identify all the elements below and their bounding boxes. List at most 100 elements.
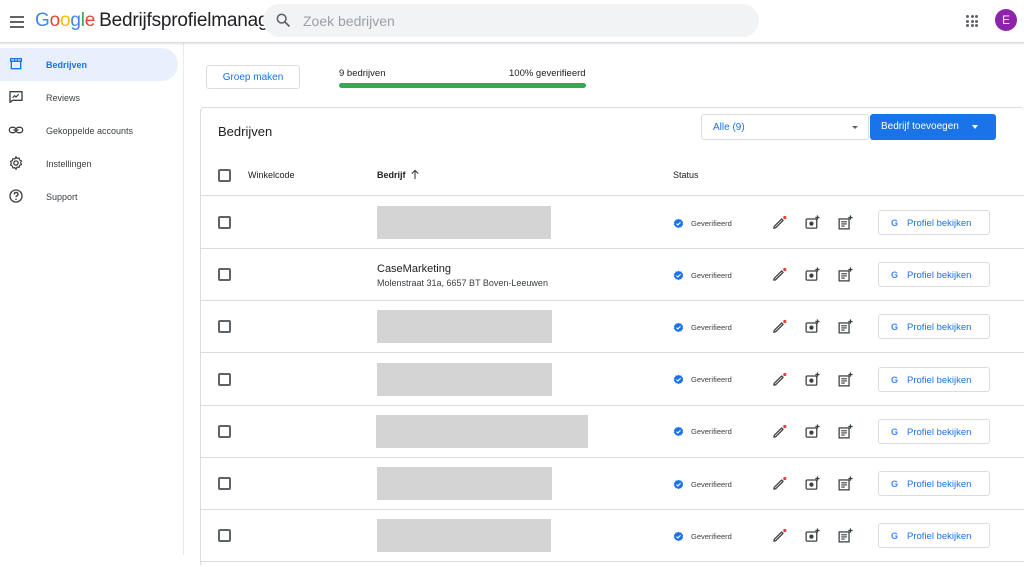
select-all-checkbox[interactable] [218, 169, 231, 182]
row-checkbox[interactable] [218, 529, 231, 543]
gear-icon [9, 156, 23, 170]
add-photo-icon[interactable] [804, 423, 821, 440]
apps-grid-icon[interactable] [966, 15, 978, 27]
table-row[interactable]: Geverifieerd G Profiel bekijken [201, 406, 1024, 458]
table-row[interactable]: Geverifieerd G Profiel bekijken [201, 458, 1024, 510]
row-checkbox[interactable] [218, 320, 231, 334]
help-icon [9, 189, 23, 203]
status-text: Geverifieerd [691, 531, 732, 541]
edit-pencil-icon[interactable] [771, 266, 788, 283]
add-photo-icon[interactable] [804, 214, 821, 231]
view-profile-label: Profiel bekijken [907, 270, 972, 282]
search-icon[interactable] [275, 12, 291, 28]
hamburger-menu-icon[interactable] [8, 10, 26, 32]
sidebar-item-support[interactable]: Support [0, 180, 178, 213]
view-profile-label: Profiel bekijken [907, 218, 972, 229]
row-checkbox[interactable] [218, 372, 231, 386]
verification-progress-bar [339, 83, 586, 88]
add-post-icon[interactable] [837, 214, 854, 231]
google-g-icon: G [891, 531, 899, 542]
status-filter-dropdown[interactable]: Alle (9) [701, 114, 869, 140]
add-photo-icon[interactable] [804, 266, 821, 283]
google-g-icon: G [891, 270, 899, 281]
sidebar-item-label: Support [46, 191, 78, 202]
view-profile-button[interactable]: G Profiel bekijken [878, 418, 990, 444]
add-post-icon[interactable] [837, 371, 854, 388]
add-business-label: Bedrijf toevoegen [881, 121, 959, 132]
filter-value: Alle (9) [713, 122, 745, 133]
sidebar-item-instellingen[interactable]: Instellingen [0, 147, 178, 180]
view-profile-button[interactable]: G Profiel bekijken [878, 210, 990, 235]
verified-check-icon [673, 374, 684, 385]
table-row[interactable]: Geverifieerd G Profiel bekijken [201, 510, 1024, 563]
avatar[interactable]: E [995, 9, 1017, 31]
verified-check-icon [673, 479, 684, 489]
add-photo-icon[interactable] [804, 475, 821, 492]
table-row[interactable]: Geverifieerd G Profiel bekijken [201, 301, 1024, 354]
add-post-icon[interactable] [837, 475, 854, 492]
verified-check-icon [673, 426, 684, 437]
sidebar-item-label: Gekoppelde accounts [46, 125, 134, 136]
add-post-icon[interactable] [837, 266, 854, 283]
edit-pencil-icon[interactable] [771, 371, 788, 388]
google-g-icon: G [891, 479, 899, 489]
sort-ascending-icon[interactable] [410, 169, 420, 180]
view-profile-button[interactable]: G Profiel bekijken [878, 314, 990, 340]
verified-check-icon [673, 218, 684, 228]
business-address: Molenstraat 31a, 6657 BT Boven-Leeuwen [377, 278, 548, 289]
view-profile-button[interactable]: G Profiel bekijken [878, 366, 990, 392]
view-profile-button[interactable]: G Profiel bekijken [878, 523, 990, 549]
row-checkbox[interactable] [218, 268, 231, 282]
view-profile-label: Profiel bekijken [907, 479, 972, 490]
add-business-button[interactable]: Bedrijf toevoegen [870, 114, 996, 140]
status-badge: Geverifieerd [673, 373, 732, 387]
view-profile-button[interactable]: G Profiel bekijken [878, 471, 990, 496]
main-content: Groep maken 9 bedrijven 100% geverifieer… [184, 43, 1024, 567]
edit-pencil-icon[interactable] [771, 527, 788, 544]
status-badge: Geverifieerd [673, 216, 732, 230]
add-post-icon[interactable] [837, 527, 854, 544]
edit-pencil-icon[interactable] [771, 423, 788, 440]
add-post-icon[interactable] [837, 423, 854, 440]
add-post-icon[interactable] [837, 318, 854, 335]
top-app-bar: GoogleBedrijfsprofielmanager E [0, 0, 1024, 43]
business-count: 9 bedrijven [339, 68, 386, 79]
google-g-icon: G [891, 374, 899, 385]
redacted-business-info [377, 467, 552, 500]
status-text: Geverifieerd [691, 218, 732, 228]
row-checkbox[interactable] [218, 477, 231, 490]
status-badge: Geverifieerd [673, 477, 732, 491]
dropdown-caret-icon [972, 125, 978, 129]
edit-pencil-icon[interactable] [771, 214, 788, 231]
status-badge: Geverifieerd [673, 425, 732, 439]
product-logo[interactable]: Google Bedrijfsprofielmanager [35, 10, 285, 32]
row-checkbox[interactable] [218, 216, 231, 229]
sidebar-item-label: Reviews [46, 92, 81, 103]
column-header-business[interactable]: Bedrijf [377, 170, 406, 180]
sidebar-item-bedrijven[interactable]: Bedrijven [0, 48, 178, 81]
edit-pencil-icon[interactable] [771, 318, 788, 335]
table-row[interactable]: CaseMarketing Molenstraat 31a, 6657 BT Bo… [201, 249, 1024, 302]
view-profile-label: Profiel bekijken [907, 322, 972, 334]
add-photo-icon[interactable] [804, 371, 821, 388]
dropdown-caret-icon [852, 126, 858, 129]
table-row[interactable]: Geverifieerd G Profiel bekijken [201, 354, 1024, 406]
row-checkbox[interactable] [218, 424, 231, 438]
view-profile-button[interactable]: G Profiel bekijken [878, 262, 990, 288]
view-profile-label: Profiel bekijken [907, 426, 972, 438]
create-group-button[interactable]: Groep maken [206, 65, 300, 89]
edit-pencil-icon[interactable] [771, 475, 788, 492]
verified-check-icon [673, 270, 684, 280]
search-input[interactable] [303, 4, 743, 37]
business-name[interactable]: CaseMarketing [377, 263, 451, 275]
verified-percentage: 100% geverifieerd [509, 68, 586, 79]
sidebar-item-label: Instellingen [46, 158, 92, 169]
sidebar-item-gekoppelde-accounts[interactable]: Gekoppelde accounts [0, 114, 178, 147]
table-row[interactable]: Geverifieerd G Profiel bekijken [201, 197, 1024, 249]
status-badge: Geverifieerd [673, 529, 732, 543]
add-photo-icon[interactable] [804, 527, 821, 544]
add-photo-icon[interactable] [804, 318, 821, 335]
sidebar-item-reviews[interactable]: Reviews [0, 81, 178, 114]
column-header-code[interactable]: Winkelcode [248, 170, 295, 180]
redacted-business-info [377, 206, 551, 239]
